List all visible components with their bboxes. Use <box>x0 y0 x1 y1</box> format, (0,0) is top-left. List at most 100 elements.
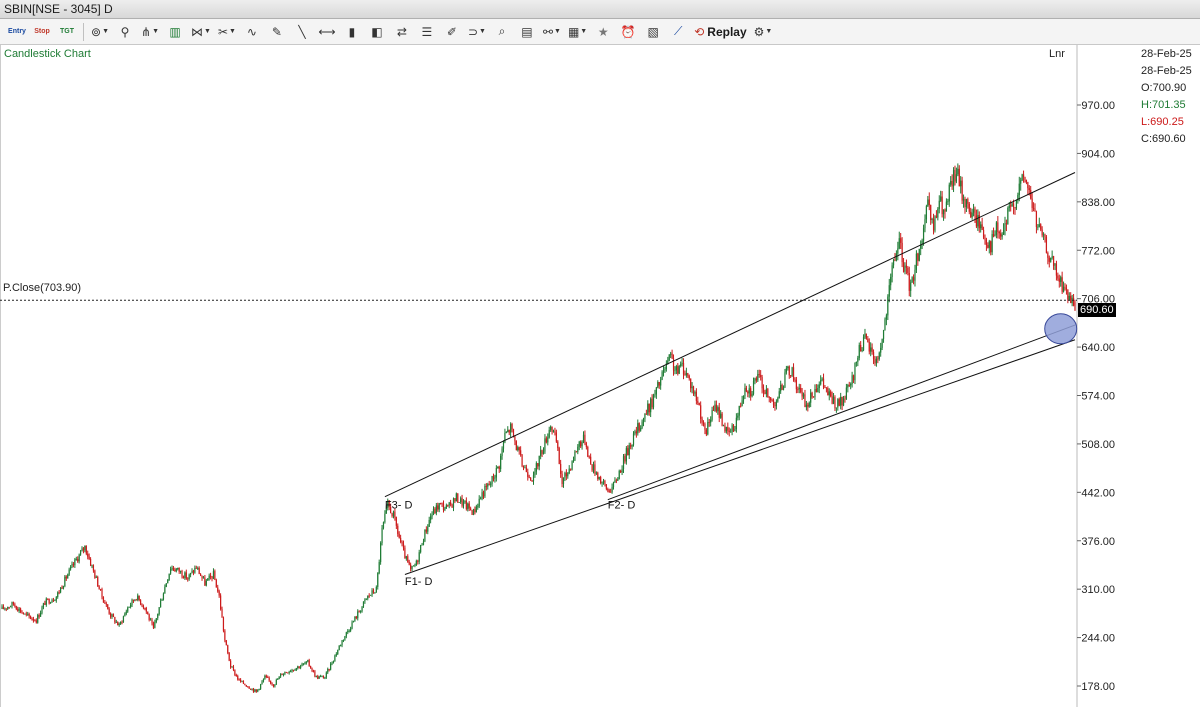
candle-body <box>728 430 730 433</box>
wave-icon[interactable]: ∿ <box>241 22 263 42</box>
trendline-icon[interactable]: ╲ <box>291 22 313 42</box>
candle-body <box>632 433 635 445</box>
candle-body <box>602 480 605 483</box>
candle-body <box>787 366 789 369</box>
candle-body <box>310 665 312 669</box>
candle-body <box>617 479 619 481</box>
candle-body <box>412 565 415 567</box>
candle-body <box>125 611 127 614</box>
bar-chart-icon[interactable]: ▥ <box>164 22 186 42</box>
replay-button[interactable]: ⟲ Replay <box>692 22 748 42</box>
candle-body <box>765 388 767 394</box>
candle-body <box>64 576 66 587</box>
report-icon[interactable]: ▧ <box>642 22 664 42</box>
file-icon[interactable]: ▤ <box>516 22 538 42</box>
candle-body <box>358 611 360 613</box>
horizontal-line-icon[interactable]: ⟷ <box>316 22 338 42</box>
link-icon[interactable]: ⚯ ▼ <box>541 22 563 42</box>
candle-body <box>141 604 143 606</box>
indicator-icon[interactable]: ⊚ ▼ <box>89 22 111 42</box>
fib-icon[interactable]: ⋈ ▼ <box>189 22 213 42</box>
candle-body <box>647 403 649 415</box>
candle-body <box>104 602 106 604</box>
candle-body <box>1024 176 1026 181</box>
scale-label[interactable]: Lnr <box>1049 48 1065 60</box>
target-button[interactable]: TGT <box>56 22 78 42</box>
gear-icon[interactable]: ⚙ ▼ <box>752 22 775 42</box>
lines-icon[interactable]: ☰ <box>416 22 438 42</box>
candlestick-chart[interactable]: 970.00904.00838.00772.00706.00640.00574.… <box>0 45 1200 707</box>
candle-body <box>971 212 973 218</box>
candle-body <box>355 616 357 619</box>
magnet-icon[interactable]: ⊃ ▼ <box>466 22 488 42</box>
candle-body <box>960 180 962 187</box>
candle-body <box>81 548 83 552</box>
layout-icon[interactable]: ▦ ▼ <box>566 22 589 42</box>
candle-body <box>428 519 430 527</box>
stop-button[interactable]: Stop <box>31 22 53 42</box>
candle-body <box>1051 256 1053 258</box>
cube-icon[interactable]: ◧ <box>366 22 388 42</box>
candle-body <box>945 201 948 212</box>
candle-body <box>590 456 592 465</box>
line-chart-icon[interactable]: ⟋ <box>667 22 689 42</box>
candle-body <box>184 572 186 579</box>
entry-button[interactable]: Entry <box>6 22 28 42</box>
candle-body <box>727 426 729 431</box>
candle-body <box>325 672 327 678</box>
candle-body <box>69 566 72 570</box>
candle-body <box>620 470 622 473</box>
candle-body <box>815 388 817 393</box>
candle-body <box>161 599 163 601</box>
pitchfork-icon[interactable]: ⋔ ▼ <box>139 22 161 42</box>
candle-body <box>261 681 263 685</box>
candle-body <box>757 374 759 381</box>
candle-body <box>470 508 472 511</box>
candle-body <box>871 347 873 352</box>
candle-body <box>917 253 919 261</box>
candle-body <box>464 500 466 502</box>
candle-body <box>947 201 949 203</box>
candle-body <box>541 450 543 454</box>
candle-body <box>1037 226 1039 228</box>
arrows-icon[interactable]: ⇄ <box>391 22 413 42</box>
candle-body <box>351 622 353 629</box>
candle-body <box>762 388 765 393</box>
candle-body <box>575 451 577 453</box>
shapes-icon[interactable]: ✂ ▼ <box>216 22 238 42</box>
candle-body <box>925 206 928 220</box>
zoom-icon[interactable]: ⌕ <box>491 22 513 42</box>
candle-body <box>521 454 523 467</box>
candle-body <box>377 573 379 587</box>
volume-icon[interactable]: ▮ <box>341 22 363 42</box>
candle-body <box>267 677 269 678</box>
candle-body <box>492 476 495 479</box>
candle-body <box>1065 287 1068 290</box>
alert-icon[interactable]: ⏰ <box>617 22 639 42</box>
candle-body <box>478 498 480 507</box>
candle-body <box>335 654 337 656</box>
candle-body <box>227 645 229 653</box>
price-tick-label: 838.00 <box>1081 197 1115 209</box>
candle-body <box>1001 234 1003 237</box>
candle-body <box>360 611 362 613</box>
pin-icon[interactable]: ⚲ <box>114 22 136 42</box>
candle-body <box>152 623 155 628</box>
pencil-icon[interactable]: ✎ <box>266 22 288 42</box>
candle-body <box>574 451 576 461</box>
candle-body <box>1030 189 1032 199</box>
candle-body <box>251 688 253 690</box>
candle-body <box>900 238 902 243</box>
candle-body <box>435 505 437 514</box>
candle-body <box>805 404 807 408</box>
ruler-icon[interactable]: ✐ <box>441 22 463 42</box>
candle-body <box>591 464 593 471</box>
annotations-group: F3- D F2- D F1- D <box>385 313 1078 588</box>
candle-body <box>911 277 913 283</box>
star-icon[interactable]: ★ <box>592 22 614 42</box>
candle-body <box>78 554 80 562</box>
candle-body <box>95 576 97 578</box>
candle-body <box>82 548 85 551</box>
candle-body <box>624 456 626 462</box>
candle-body <box>490 483 492 485</box>
